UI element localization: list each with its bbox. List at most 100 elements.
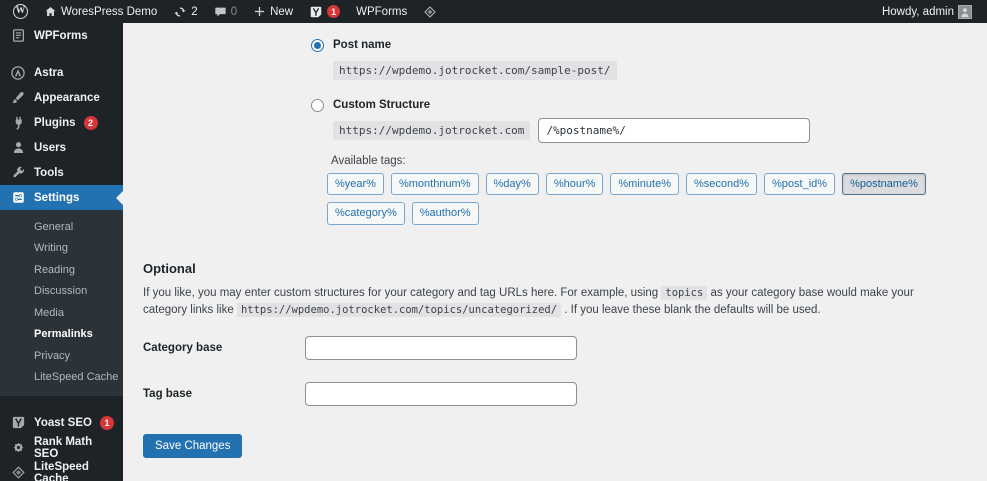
howdy-text: Howdy, admin (881, 5, 954, 18)
post-name-radio[interactable] (311, 38, 324, 52)
tag-button-year[interactable]: %year% (327, 173, 384, 196)
sidebar-item-wpforms[interactable]: WPForms (0, 23, 123, 48)
sidebar-main-menu: WPForms Astra Appearance Plugins 2 Users Tools… (0, 23, 123, 210)
wp-logo-menu[interactable]: W (8, 0, 33, 23)
tag-button-monthnum[interactable]: %monthnum% (390, 173, 479, 196)
submenu-item-litespeed-cache[interactable]: LiteSpeed Cache (0, 367, 123, 389)
gear-icon (10, 440, 26, 456)
sidebar-item-astra[interactable]: Astra (0, 60, 123, 85)
sliders-icon (10, 190, 26, 206)
tag-base-label: Tag base (143, 388, 192, 401)
submenu-item-reading[interactable]: Reading (0, 259, 123, 281)
site-name: WoresPress Demo (61, 5, 158, 18)
tag-button-category[interactable]: %category% (327, 202, 405, 225)
my-account-menu[interactable]: Howdy, admin (877, 0, 977, 23)
new-label: New (270, 5, 294, 18)
sidebar-item-label: WPForms (34, 29, 88, 42)
user-icon (10, 140, 26, 156)
base-fields: Category base Tag base (143, 336, 987, 407)
custom-structure-option[interactable]: Custom Structure (311, 97, 987, 113)
sidebar-item-tools[interactable]: Tools (0, 160, 123, 185)
sidebar-item-label: Rank Math SEO (34, 435, 93, 460)
sidebar-item-litespeed-cache[interactable]: LiteSpeed Cache (0, 460, 123, 481)
litespeed-menu[interactable] (418, 0, 442, 23)
plus-icon (253, 5, 266, 18)
post-name-label: Post name (333, 39, 392, 51)
wrench-icon (10, 165, 26, 181)
yoast-icon (10, 415, 26, 431)
optional-heading: Optional (143, 260, 196, 276)
sidebar-bottom-menu: Yoast SEO 1 Rank Math SEO LiteSpeed Cache (0, 410, 123, 481)
available-tags-label: Available tags: (331, 155, 406, 167)
updates-menu[interactable]: 2 (168, 0, 202, 23)
notification-badge: 1 (99, 415, 114, 430)
sidebar-item-label: Plugins (34, 116, 76, 129)
category-base-input[interactable] (305, 336, 577, 361)
category-base-label: Category base (143, 342, 223, 355)
tag-button-postname[interactable]: %postname% (842, 173, 926, 196)
wordpress-logo-icon: W (13, 4, 28, 19)
tag-button-day[interactable]: %day% (485, 173, 539, 196)
inline-code: https://wpdemo.jotrocket.com/topics/unca… (236, 303, 562, 318)
yoast-notification-badge: 1 (327, 5, 341, 18)
sidebar-item-plugins[interactable]: Plugins 2 (0, 110, 123, 135)
yoast-icon (309, 5, 323, 19)
sidebar-item-users[interactable]: Users (0, 135, 123, 160)
tag-button-minute[interactable]: %minute% (610, 173, 679, 196)
submenu-item-media[interactable]: Media (0, 302, 123, 324)
admin-sidebar: WPForms Astra Appearance Plugins 2 Users Tools… (0, 23, 123, 481)
submenu-item-general[interactable]: General (0, 216, 123, 238)
new-content-menu[interactable]: New (248, 0, 298, 23)
tag-button-second[interactable]: %second% (685, 173, 758, 196)
astra-icon (10, 65, 26, 81)
tag-button-hour[interactable]: %hour% (545, 173, 604, 196)
sidebar-item-settings[interactable]: Settings (0, 185, 123, 210)
permalink-structure-options: Post name https://wpdemo.jotrocket.com/s… (311, 37, 987, 225)
sidebar-item-label: Tools (34, 166, 64, 179)
category-base-row: Category base (143, 336, 987, 361)
notification-badge: 2 (83, 115, 98, 130)
comments-menu[interactable]: 0 (209, 0, 242, 23)
sidebar-item-label: Appearance (34, 91, 100, 104)
submenu-item-permalinks[interactable]: Permalinks (0, 324, 123, 346)
site-name-link[interactable]: WoresPress Demo (39, 0, 162, 23)
diamond-icon (10, 465, 26, 481)
submenu-item-privacy[interactable]: Privacy (0, 345, 123, 367)
tag-button-author[interactable]: %author% (411, 202, 479, 225)
sidebar-item-label: LiteSpeed Cache (34, 460, 89, 481)
save-changes-button[interactable]: Save Changes (143, 434, 243, 459)
litespeed-icon (423, 5, 437, 19)
form-icon (10, 28, 26, 44)
custom-structure-radio[interactable] (311, 98, 324, 112)
post-name-example-row: https://wpdemo.jotrocket.com/sample-post… (333, 61, 987, 80)
sidebar-item-label: Yoast SEO (34, 416, 92, 429)
tag-button-post-id[interactable]: %post_id% (764, 173, 836, 196)
available-tags-list: %year% %monthnum% %day% %hour% %minute% %seco… (327, 173, 987, 225)
custom-structure-input-row: https://wpdemo.jotrocket.com (333, 118, 987, 143)
optional-description: If you like, you may enter custom struct… (143, 285, 948, 321)
avatar (958, 4, 972, 19)
tag-base-row: Tag base (143, 382, 987, 407)
yoast-menu[interactable]: 1 (304, 0, 345, 23)
brush-icon (10, 90, 26, 106)
permalink-settings-content: Post name https://wpdemo.jotrocket.com/s… (123, 23, 987, 481)
tag-base-input[interactable] (305, 382, 577, 407)
sidebar-item-label: Astra (34, 66, 64, 79)
settings-submenu: General Writing Reading Discussion Media Perm… (0, 210, 123, 396)
post-name-example-url: https://wpdemo.jotrocket.com/sample-post… (333, 61, 617, 80)
admin-bar: W WoresPress Demo 2 0 New 1 WPForms Howd… (0, 0, 987, 23)
post-name-option[interactable]: Post name (311, 37, 987, 53)
comment-icon (214, 5, 227, 18)
sidebar-item-rank-math-seo[interactable]: Rank Math SEO (0, 435, 123, 460)
sidebar-item-label: Settings (34, 191, 80, 204)
sidebar-item-yoast-seo[interactable]: Yoast SEO 1 (0, 410, 123, 435)
plug-icon (10, 115, 26, 131)
custom-structure-prefix: https://wpdemo.jotrocket.com (333, 121, 531, 140)
wpforms-menu[interactable]: WPForms (351, 0, 412, 23)
submenu-item-writing[interactable]: Writing (0, 238, 123, 260)
custom-structure-input[interactable] (538, 118, 811, 143)
sidebar-item-appearance[interactable]: Appearance (0, 85, 123, 110)
submenu-item-discussion[interactable]: Discussion (0, 281, 123, 303)
updates-count: 2 (191, 5, 198, 18)
inline-code: topics (661, 285, 708, 300)
